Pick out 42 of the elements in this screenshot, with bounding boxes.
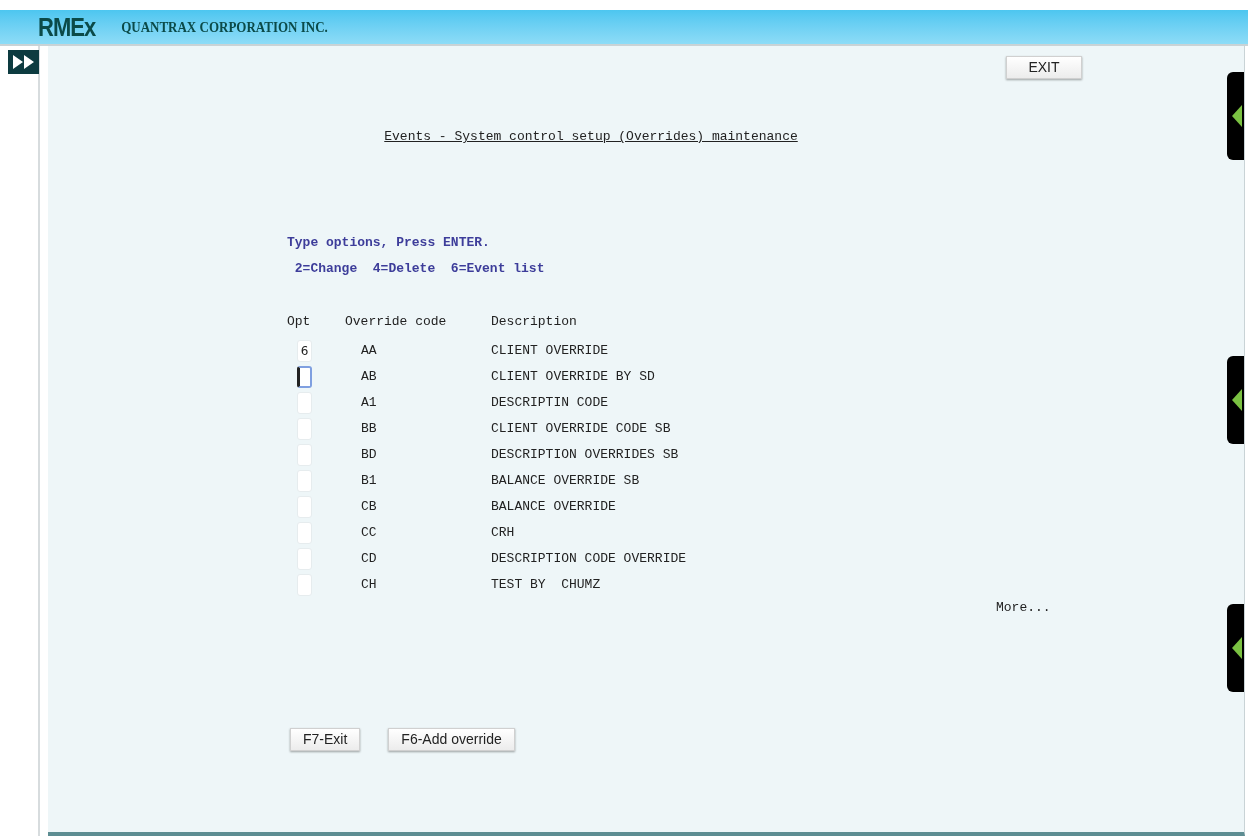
side-tab[interactable] (1227, 356, 1244, 444)
code-cell-text: BB (361, 419, 378, 438)
triangle-left-icon (1232, 105, 1242, 127)
more-indicator: More... (996, 599, 1051, 615)
description-cell-text: DESCRIPTION CODE OVERRIDE (491, 549, 687, 568)
column-header: Description (491, 312, 577, 331)
code-cell-text: AA (361, 341, 378, 360)
page-title: Events - System control setup (Overrides) maintenance (384, 128, 798, 146)
description-cell-text: CLIENT OVERRIDE (491, 341, 609, 360)
code-cell-text: AB (361, 367, 378, 386)
side-tab[interactable] (1227, 604, 1244, 692)
code-cell-text: B1 (361, 471, 378, 490)
side-tab[interactable] (1227, 72, 1244, 160)
instructions: Type options, Press ENTER. (287, 233, 491, 252)
logo: RMEx (38, 11, 96, 44)
expand-button[interactable] (8, 50, 39, 74)
code-cell-text: CD (361, 549, 378, 568)
code-cell-text: CC (361, 523, 378, 542)
double-arrow-icon (11, 54, 36, 70)
description-cell-text: DESCRIPTIN CODE (491, 393, 609, 412)
description-cell-text: BALANCE OVERRIDE SB (491, 471, 640, 490)
company-name: QUANTRAX CORPORATION INC. (121, 16, 328, 38)
description-cell-text: CLIENT OVERRIDE BY SD (491, 367, 655, 386)
exit-button[interactable]: EXIT (1006, 56, 1082, 79)
code-cell-text: BD (361, 445, 378, 464)
triangle-left-icon (1232, 637, 1242, 659)
add-override-button[interactable]: F6-Add override (388, 728, 515, 751)
option-legend: 2=Change 4=Delete 6=Event list (287, 258, 1244, 285)
code-cell-text: CB (361, 497, 378, 516)
description-cell-text: CRH (491, 523, 515, 542)
description-cell-text: BALANCE OVERRIDE (491, 497, 616, 516)
option-field[interactable]: 6 (297, 339, 312, 362)
description-cell-text: DESCRIPTION OVERRIDES SB (491, 445, 679, 464)
column-header: Opt (287, 312, 312, 331)
option-field[interactable] (297, 365, 312, 388)
exit-function-button[interactable]: F7-Exit (290, 728, 361, 751)
triangle-left-icon (1232, 389, 1242, 411)
description-cell-text: TEST BY CHUMZ (491, 575, 601, 594)
code-cell-text: A1 (361, 393, 378, 412)
code-cell-text: CH (361, 575, 378, 594)
description-cell-text: CLIENT OVERRIDE CODE SB (491, 419, 671, 438)
column-header: Override code (345, 312, 448, 331)
